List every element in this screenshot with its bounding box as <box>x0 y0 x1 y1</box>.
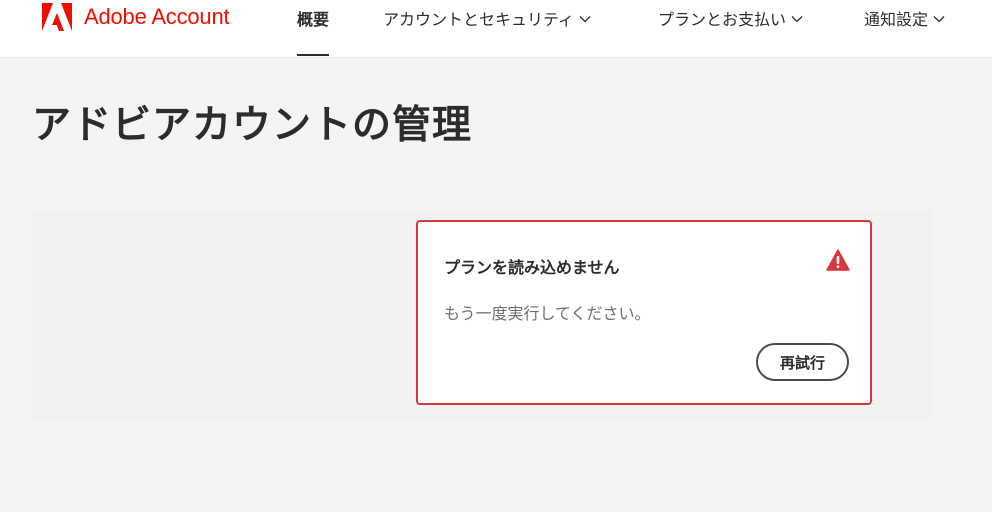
error-message: もう一度実行してください。 <box>444 304 651 323</box>
adobe-logo-icon <box>42 3 72 31</box>
nav-tab-notifications[interactable]: 通知設定 <box>864 0 945 36</box>
nav-tab-overview-label: 概要 <box>297 10 330 29</box>
error-title: プランを読み込めません <box>444 258 620 277</box>
nav-tab-plans-payment[interactable]: プランとお支払い <box>658 0 803 36</box>
alert-triangle-icon <box>826 249 850 271</box>
chevron-down-icon <box>579 16 591 23</box>
plan-load-error-card: プランを読み込めません もう一度実行してください。 再試行 <box>416 220 872 405</box>
chevron-down-icon <box>933 16 945 23</box>
adobe-account-brand-link[interactable]: Adobe Account <box>42 2 230 32</box>
top-navigation-bar: Adobe Account 概要 アカウントとセキュリティ プランとお支払い 通… <box>0 0 992 58</box>
nav-tab-overview[interactable]: 概要 <box>297 0 330 56</box>
retry-button[interactable]: 再試行 <box>756 343 849 381</box>
active-tab-indicator <box>297 54 330 56</box>
nav-tab-plans-payment-label: プランとお支払い <box>658 10 787 29</box>
page-title: アドビアカウントの管理 <box>32 103 473 148</box>
chevron-down-icon <box>791 16 803 23</box>
nav-tab-notifications-label: 通知設定 <box>864 10 929 29</box>
nav-tab-account-security[interactable]: アカウントとセキュリティ <box>383 0 591 36</box>
brand-name: Adobe Account <box>84 4 230 29</box>
nav-tab-account-security-label: アカウントとセキュリティ <box>383 10 575 29</box>
